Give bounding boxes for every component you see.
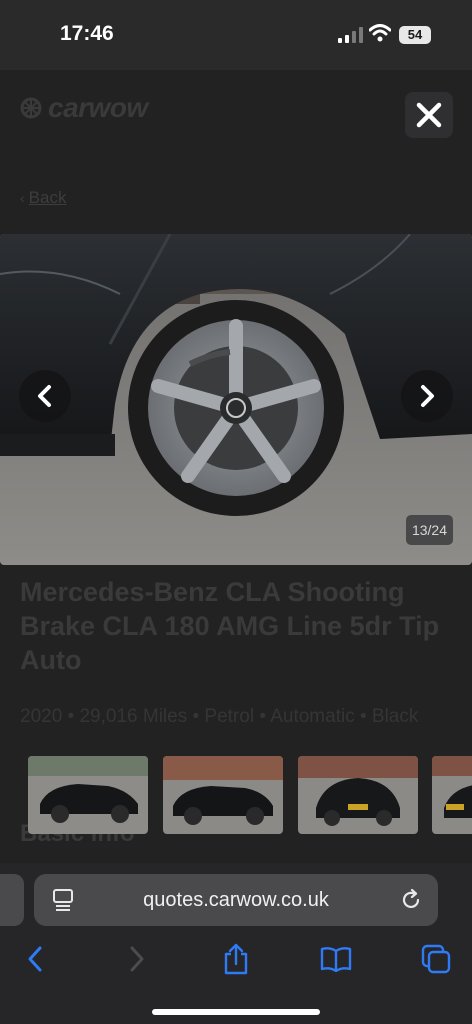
close-icon <box>416 102 442 128</box>
previous-tab-peek[interactable] <box>0 874 24 926</box>
browser-nav-icons <box>0 941 472 981</box>
gallery-next-button[interactable] <box>401 370 453 422</box>
cellular-signal-icon <box>338 27 363 43</box>
book-icon <box>320 947 352 972</box>
chevron-right-icon <box>130 946 144 972</box>
back-label: Back <box>28 188 67 207</box>
thumbnail-4[interactable] <box>432 756 472 834</box>
close-gallery-button[interactable] <box>405 92 453 138</box>
status-time: 17:46 <box>60 22 114 45</box>
chevron-left-icon <box>38 385 51 407</box>
carwow-logo[interactable]: carwow <box>20 92 148 123</box>
address-bar[interactable]: quotes.carwow.co.uk <box>34 874 438 926</box>
logo-text: carwow <box>48 92 148 123</box>
thumbnail-photo <box>28 756 148 834</box>
web-page: carwow ‹ Back Mercedes-Benz CLA Shooting … <box>0 70 472 863</box>
bookmarks-button[interactable] <box>318 941 354 977</box>
thumbnail-1[interactable] <box>28 756 148 834</box>
vehicle-specs: 2020 • 29,016 Miles • Petrol • Automatic… <box>20 706 419 727</box>
vehicle-title: Mercedes-Benz CLA Shooting Brake CLA 180… <box>20 577 440 675</box>
chevron-left-icon <box>28 946 42 972</box>
thumbnail-photo <box>432 756 472 834</box>
thumbnail-photo <box>298 756 418 834</box>
thumbnail-2[interactable] <box>163 756 283 834</box>
photo-counter: 13/24 <box>406 515 453 545</box>
tabs-button[interactable] <box>418 941 454 977</box>
share-icon <box>224 943 248 975</box>
wifi-icon <box>369 24 391 42</box>
browser-back-button[interactable] <box>17 941 53 977</box>
gallery-thumbnails <box>0 756 472 838</box>
thumbnail-photo <box>163 756 283 834</box>
url-text: quotes.carwow.co.uk <box>143 889 329 911</box>
tabs-icon <box>421 944 451 974</box>
carwow-logo-mark-icon <box>20 97 42 119</box>
browser-toolbar: quotes.carwow.co.uk <box>0 863 472 1024</box>
chevron-right-icon <box>421 385 434 407</box>
share-button[interactable] <box>218 941 254 977</box>
home-indicator[interactable] <box>152 1009 320 1015</box>
reload-icon[interactable] <box>399 888 423 912</box>
chevron-left-small-icon: ‹ <box>20 190 25 206</box>
battery-indicator: 54 <box>399 26 431 44</box>
gallery-prev-button[interactable] <box>19 370 71 422</box>
thumbnail-3[interactable] <box>298 756 418 834</box>
status-bar: 17:46 54 <box>0 0 472 70</box>
back-link[interactable]: ‹ Back <box>20 188 66 208</box>
browser-forward-button[interactable] <box>119 941 155 977</box>
